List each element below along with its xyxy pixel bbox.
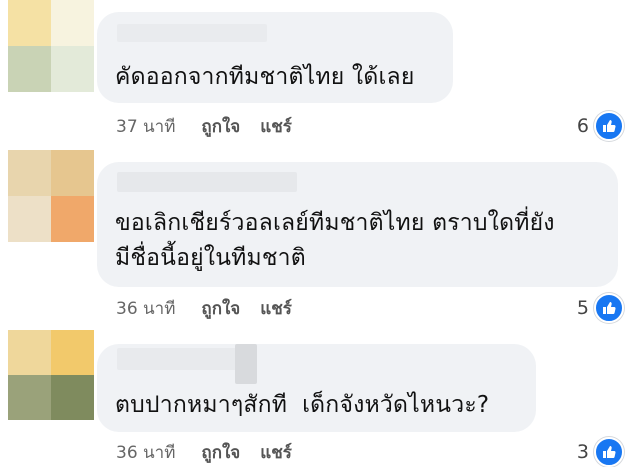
comment-3: ตบปากหมาๆสักที เด็กจังหวัดไหนวะ? 36 นาที… bbox=[0, 330, 640, 467]
comment-bubble: คัดออกจากทีมชาติไทย ใด้เลย bbox=[97, 12, 453, 103]
like-button[interactable]: ถูกใจ bbox=[201, 113, 240, 140]
reaction-count: 3 bbox=[576, 441, 589, 463]
like-button[interactable]: ถูกใจ bbox=[201, 439, 240, 466]
avatar-tile bbox=[51, 330, 94, 375]
avatar-tile bbox=[8, 375, 51, 420]
thumbs-up-icon bbox=[594, 293, 624, 323]
comment-bubble: ขอเลิกเชียร์วอลเลย์ทีมชาติไทย ตราบใดที่ย… bbox=[97, 162, 618, 287]
comment-time[interactable]: 37 นาที bbox=[116, 113, 175, 140]
comment-meta: 37 นาที ถูกใจ แชร์ bbox=[116, 114, 292, 138]
avatar-tile bbox=[51, 0, 94, 46]
comment-time[interactable]: 36 นาที bbox=[116, 295, 175, 322]
reaction-summary[interactable]: 5 bbox=[577, 293, 624, 323]
avatar-tile bbox=[8, 330, 51, 375]
thumbs-up-icon bbox=[594, 111, 624, 141]
avatar-tile bbox=[8, 196, 51, 242]
comment-bubble: ตบปากหมาๆสักที เด็กจังหวัดไหนวะ? bbox=[97, 344, 536, 432]
avatar-tile bbox=[51, 150, 94, 196]
avatar-tile bbox=[8, 0, 51, 46]
avatar[interactable] bbox=[8, 0, 94, 92]
comment-meta: 36 นาที ถูกใจ แชร์ bbox=[116, 296, 292, 320]
avatar[interactable] bbox=[8, 330, 94, 420]
comment-text: ขอเลิกเชียร์วอลเลย์ทีมชาติไทย ตราบใดที่ย… bbox=[115, 210, 555, 271]
comment-2: ขอเลิกเชียร์วอลเลย์ทีมชาติไทย ตราบใดที่ย… bbox=[0, 150, 640, 330]
reaction-count: 5 bbox=[576, 297, 589, 319]
reaction-count: 6 bbox=[576, 115, 589, 137]
comment-meta: 36 นาที ถูกใจ แชร์ bbox=[116, 440, 292, 464]
like-button[interactable]: ถูกใจ bbox=[201, 295, 240, 322]
thumbs-up-icon bbox=[594, 437, 624, 467]
share-button[interactable]: แชร์ bbox=[260, 113, 292, 140]
avatar-tile bbox=[51, 196, 94, 242]
comment-text: ตบปากหมาๆสักที เด็กจังหวัดไหนวะ? bbox=[115, 392, 490, 418]
commenter-name-blurred[interactable] bbox=[235, 344, 257, 384]
avatar-tile bbox=[8, 150, 51, 196]
share-button[interactable]: แชร์ bbox=[260, 439, 292, 466]
comment-text: คัดออกจากทีมชาติไทย ใด้เลย bbox=[115, 64, 415, 90]
avatar-tile bbox=[51, 46, 94, 92]
avatar-tile bbox=[8, 46, 51, 92]
comment-1: คัดออกจากทีมชาติไทย ใด้เลย 37 นาที ถูกใจ… bbox=[0, 0, 640, 150]
avatar-tile bbox=[51, 375, 94, 420]
share-button[interactable]: แชร์ bbox=[260, 295, 292, 322]
avatar[interactable] bbox=[8, 150, 94, 242]
commenter-name-blurred[interactable] bbox=[117, 24, 267, 42]
reaction-summary[interactable]: 6 bbox=[577, 111, 624, 141]
reaction-summary[interactable]: 3 bbox=[577, 437, 624, 467]
comment-time[interactable]: 36 นาที bbox=[116, 439, 175, 466]
commenter-name-blurred[interactable] bbox=[117, 348, 237, 370]
commenter-name-blurred[interactable] bbox=[117, 172, 297, 192]
